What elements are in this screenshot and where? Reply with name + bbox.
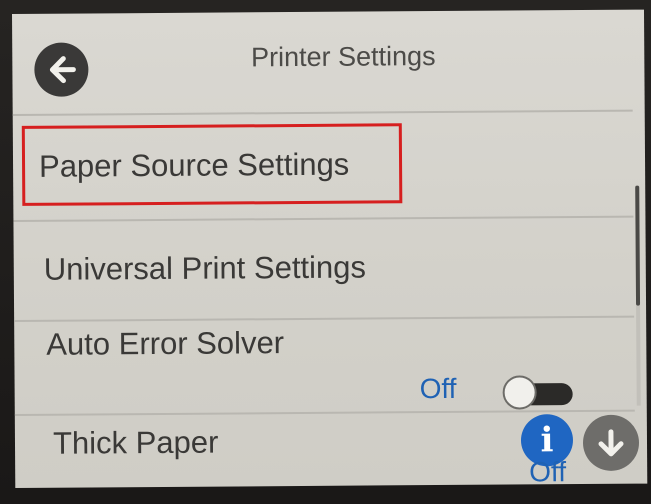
menu-item-auto-error-solver[interactable]: Auto Error Solver Off [14,315,635,422]
auto-error-solver-toggle[interactable] [502,375,575,412]
header: Printer Settings [12,10,645,102]
menu-item-thick-paper[interactable]: Thick Paper i Off [14,409,636,488]
scroll-down-button[interactable] [582,414,640,472]
lcd-screen: Printer Settings Paper Source Settings U… [12,9,648,488]
page-title: Printer Settings [250,41,436,73]
scrollbar[interactable] [635,185,641,406]
menu-item-label: Paper Source Settings [38,146,350,184]
menu-item-label: Universal Print Settings [43,249,367,287]
printer-panel-bezel: Printer Settings Paper Source Settings U… [0,0,651,504]
info-icon: i [540,420,554,461]
menu-item-label: Thick Paper [52,424,219,461]
menu-item-universal-print-settings[interactable]: Universal Print Settings [13,215,635,324]
menu-item-label: Auto Error Solver [46,325,285,362]
toggle-knob [502,375,537,410]
menu-item-paper-source-settings[interactable]: Paper Source Settings [12,109,634,222]
arrow-down-icon [598,429,624,457]
toggle-status-text: Off [529,456,567,488]
scrollbar-thumb[interactable] [635,185,641,306]
toggle-status-text: Off [419,372,457,405]
